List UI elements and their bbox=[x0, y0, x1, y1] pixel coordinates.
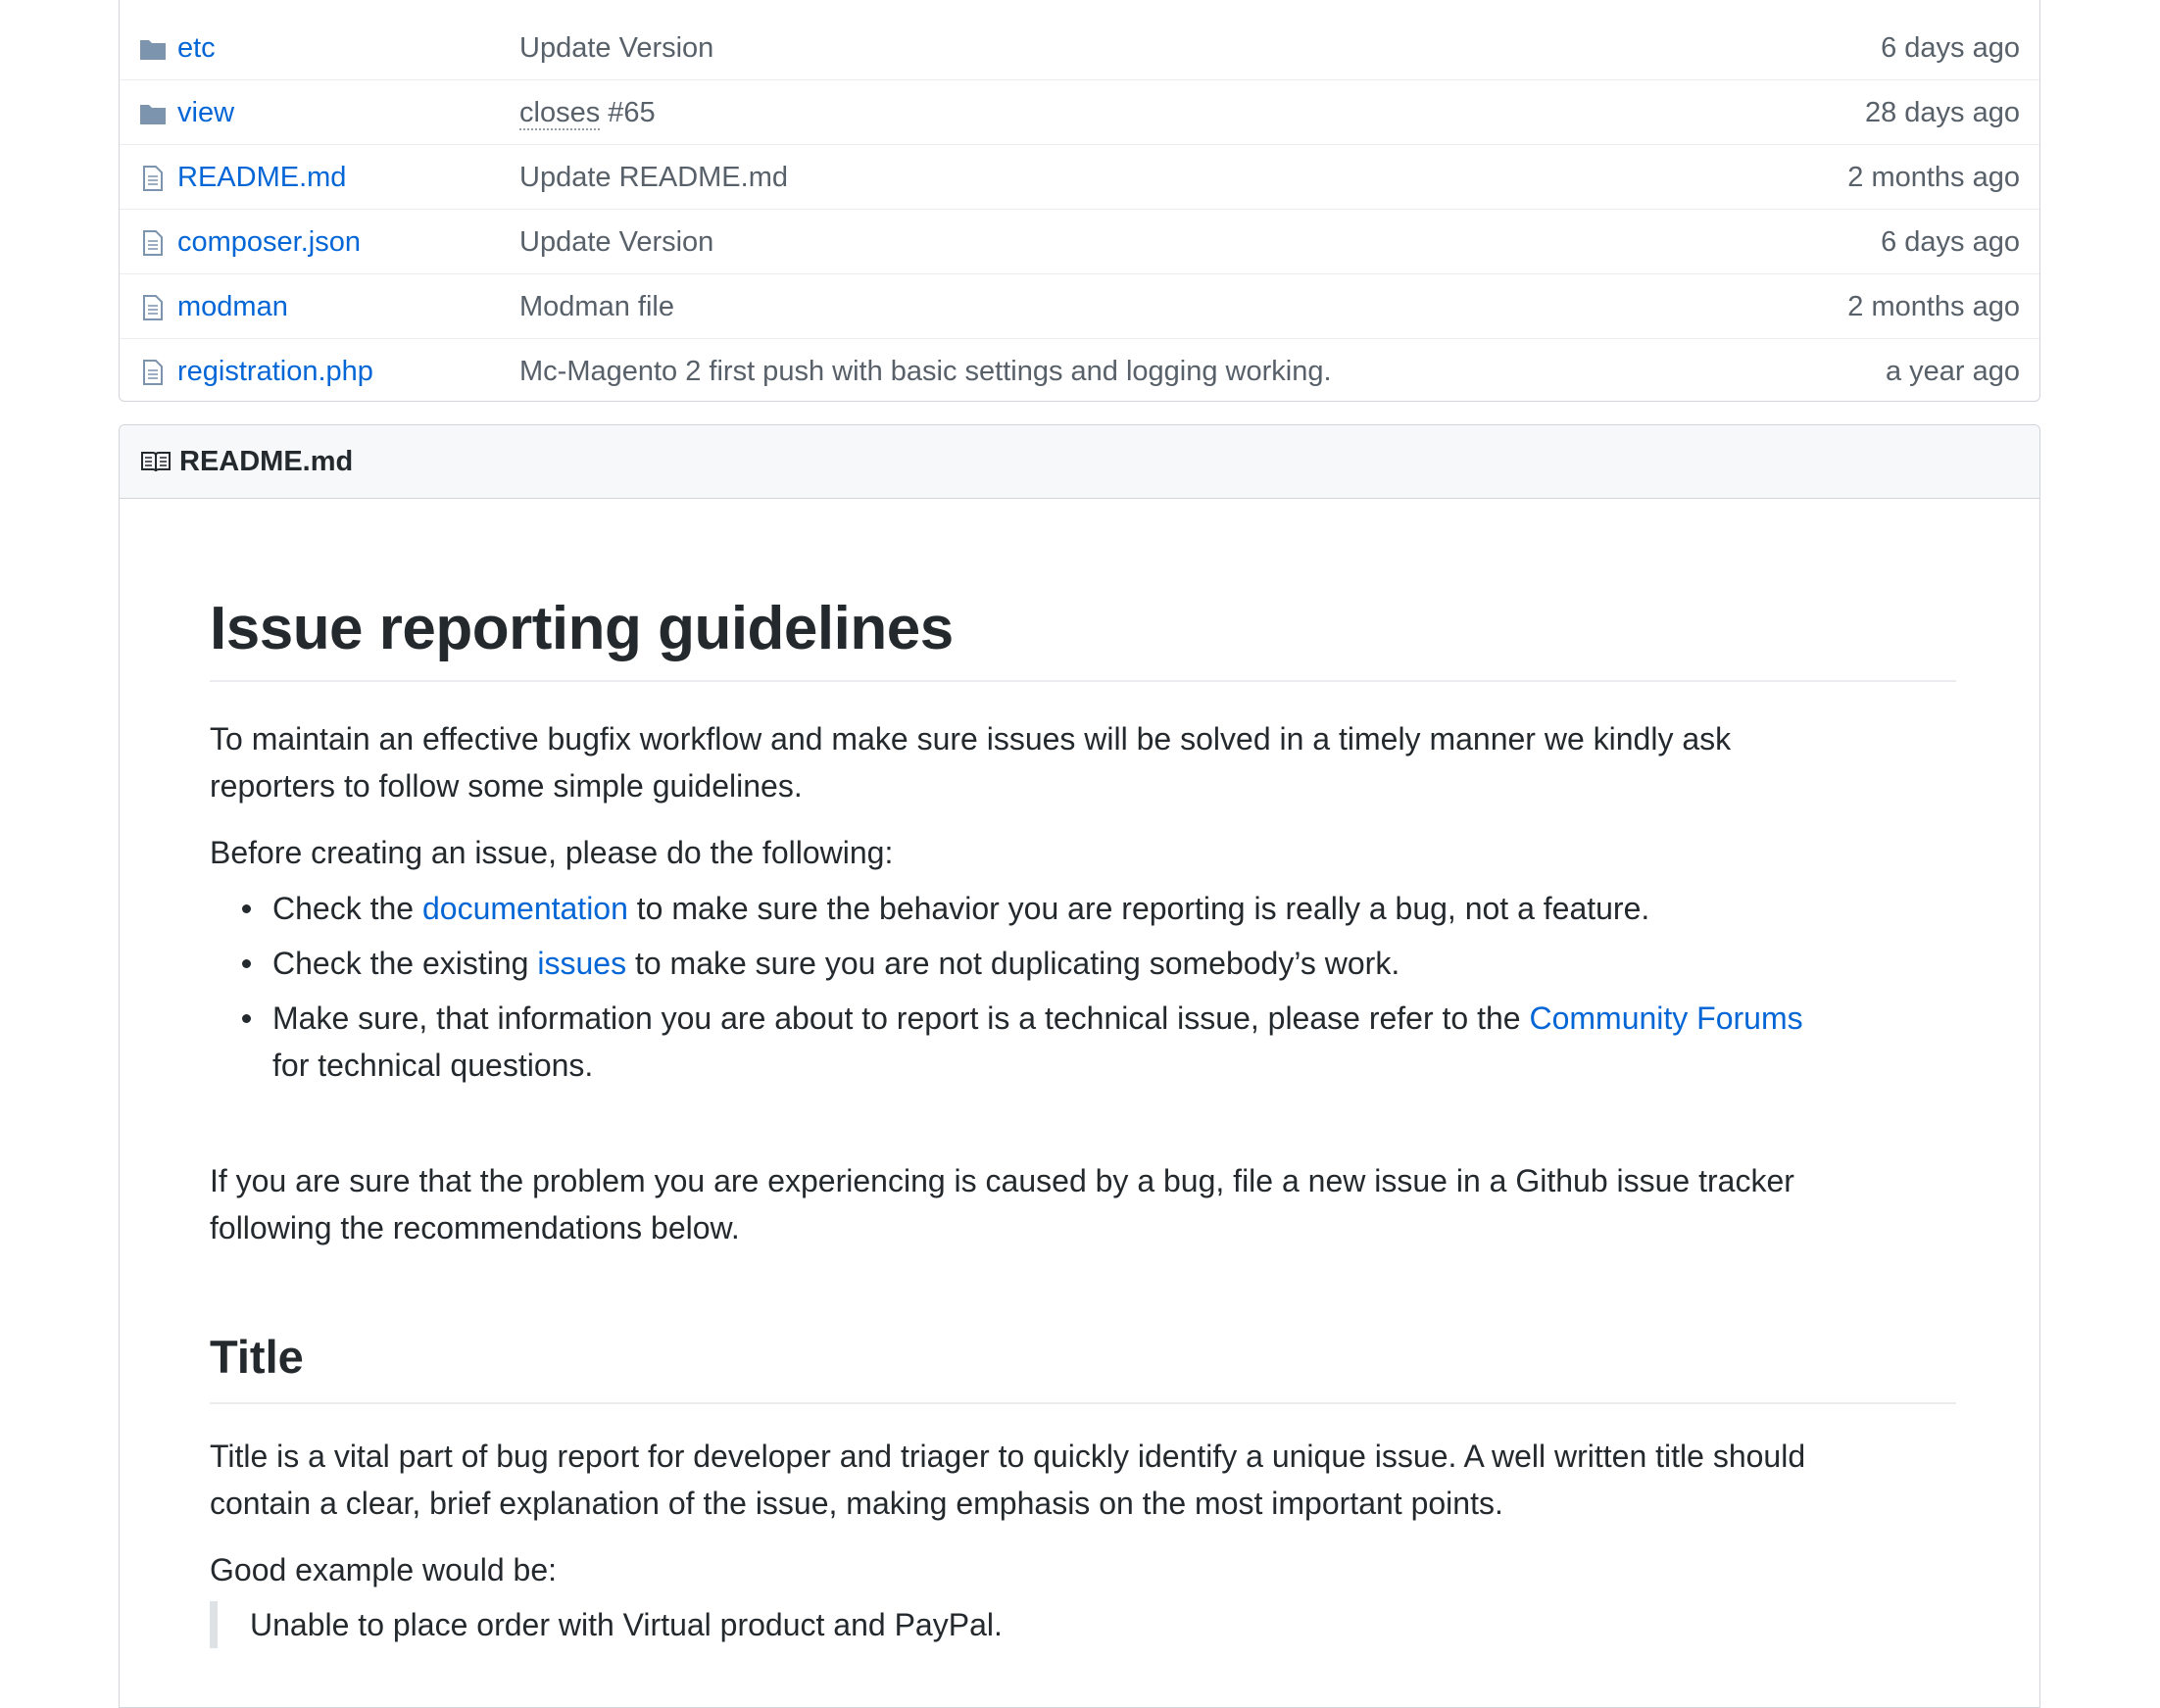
commit-age: 6 days ago bbox=[1881, 226, 2020, 258]
list-item: Check the existing issues to make sure y… bbox=[242, 940, 1956, 987]
sure-line-2: following the recommendations below. bbox=[210, 1210, 740, 1245]
commit-message-text[interactable]: Update Version bbox=[519, 32, 713, 64]
file-name-link[interactable]: view bbox=[177, 96, 234, 129]
list-item-text: for technical questions. bbox=[272, 1048, 594, 1083]
list-item: Make sure, that information you are abou… bbox=[242, 995, 1956, 1089]
file-table: etc Update Version 6 days ago view close… bbox=[119, 0, 2040, 402]
intro-line-1: To maintain an effective bugfix workflow… bbox=[210, 721, 1732, 756]
readme-heading-title: Title bbox=[210, 1331, 304, 1383]
file-row-readme[interactable]: README.md Update README.md 2 months ago bbox=[120, 145, 2039, 210]
bullet-dot bbox=[242, 904, 251, 913]
heading-divider bbox=[210, 1402, 1956, 1404]
file-icon bbox=[143, 360, 163, 385]
file-icon bbox=[143, 230, 163, 256]
commit-age: 2 months ago bbox=[1847, 162, 2020, 193]
commit-message[interactable]: Update Version bbox=[519, 31, 713, 65]
commit-message-link[interactable]: closes bbox=[519, 97, 601, 130]
file-row-modman[interactable]: modman Modman file 2 months ago bbox=[120, 274, 2039, 339]
list-item-text: to make sure you are not duplicating som… bbox=[626, 946, 1400, 981]
readme-heading-1: Issue reporting guidelines bbox=[210, 595, 954, 662]
readme-header: README.md bbox=[120, 425, 2039, 499]
list-item-text: Check the existing bbox=[272, 946, 538, 981]
file-row-etc[interactable]: etc Update Version 6 days ago bbox=[120, 16, 2039, 80]
readme-title: README.md bbox=[179, 446, 354, 477]
list-item-text: Make sure, that information you are abou… bbox=[272, 1000, 1530, 1036]
title-paragraph: Title is a vital part of bug report for … bbox=[210, 1433, 1956, 1527]
commit-message[interactable]: Modman file bbox=[519, 290, 674, 323]
heading-divider bbox=[210, 680, 1956, 682]
file-icon bbox=[143, 166, 163, 191]
file-name-link[interactable]: modman bbox=[177, 290, 288, 323]
commit-message-text[interactable]: Update README.md bbox=[519, 162, 788, 193]
file-name-link[interactable]: README.md bbox=[177, 161, 346, 194]
title-line-1: Title is a vital part of bug report for … bbox=[210, 1439, 1806, 1474]
commit-message[interactable]: Update README.md bbox=[519, 161, 788, 194]
community-forums-link[interactable]: Community Forums bbox=[1529, 1000, 1802, 1036]
file-name-link[interactable]: registration.php bbox=[177, 355, 373, 388]
commit-message-text[interactable]: Mc-Magento 2 first push with basic setti… bbox=[519, 356, 1332, 387]
blockquote-bar bbox=[210, 1601, 218, 1648]
file-row-view[interactable]: view closes #65 28 days ago bbox=[120, 80, 2039, 145]
book-icon bbox=[141, 452, 171, 472]
commit-age: 28 days ago bbox=[1864, 97, 2020, 128]
commit-message[interactable]: Update Version bbox=[519, 225, 713, 259]
folder-icon bbox=[140, 40, 166, 60]
before-paragraph: Before creating an issue, please do the … bbox=[210, 835, 894, 870]
intro-paragraph: To maintain an effective bugfix workflow… bbox=[210, 715, 1956, 809]
sure-paragraph: If you are sure that the problem you are… bbox=[210, 1157, 1956, 1251]
file-name-link[interactable]: etc bbox=[177, 31, 216, 65]
good-example-paragraph: Good example would be: bbox=[210, 1552, 557, 1587]
documentation-link[interactable]: documentation bbox=[422, 891, 628, 926]
commit-message-text[interactable]: Update Version bbox=[519, 226, 713, 258]
file-row-registration[interactable]: registration.php Mc-Magento 2 first push… bbox=[120, 339, 2039, 402]
list-item-text: Check the bbox=[272, 891, 422, 926]
file-name-link[interactable]: composer.json bbox=[177, 225, 361, 259]
commit-age: 6 days ago bbox=[1881, 32, 2020, 64]
title-line-2: contain a clear, brief explanation of th… bbox=[210, 1486, 1503, 1521]
commit-age: a year ago bbox=[1885, 356, 2020, 387]
file-icon bbox=[143, 295, 163, 320]
folder-icon bbox=[140, 105, 166, 124]
sure-line-1: If you are sure that the problem you are… bbox=[210, 1163, 1794, 1198]
commit-message[interactable]: Mc-Magento 2 first push with basic setti… bbox=[519, 355, 1332, 388]
issues-link[interactable]: issues bbox=[537, 946, 626, 981]
commit-message-text[interactable]: Modman file bbox=[519, 291, 674, 322]
commit-age: 2 months ago bbox=[1847, 291, 2020, 322]
bullet-dot bbox=[242, 1014, 251, 1023]
file-row-composer[interactable]: composer.json Update Version 6 days ago bbox=[120, 210, 2039, 274]
bullet-dot bbox=[242, 959, 251, 968]
readme-box: README.md Issue reporting guidelines To … bbox=[119, 424, 2040, 1708]
blockquote-text: Unable to place order with Virtual produ… bbox=[250, 1607, 1003, 1642]
intro-line-2: reporters to follow some simple guidelin… bbox=[210, 768, 803, 804]
commit-message: closes #65 bbox=[519, 96, 656, 130]
list-item-text: to make sure the behavior you are report… bbox=[627, 891, 1650, 926]
commit-message-text: #65 bbox=[600, 97, 656, 128]
list-item: Check the documentation to make sure the… bbox=[242, 885, 1956, 932]
